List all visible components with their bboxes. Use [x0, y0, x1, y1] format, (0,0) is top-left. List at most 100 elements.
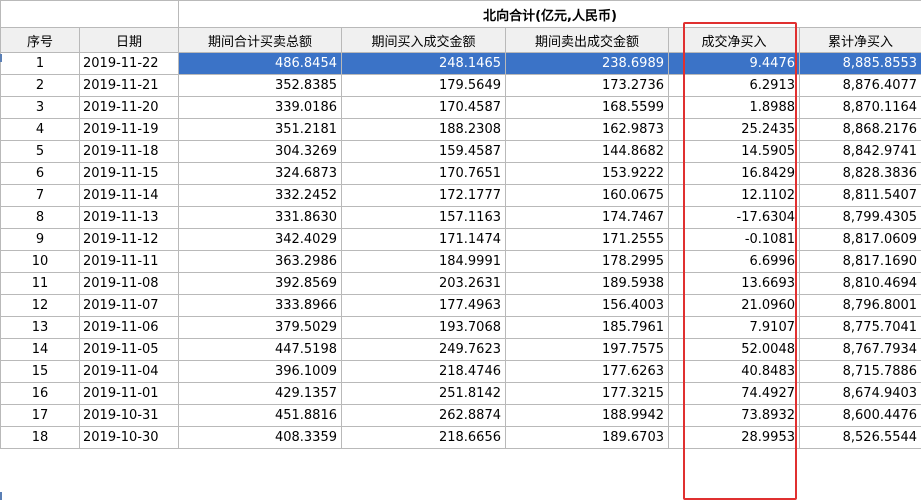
cell-index[interactable]: 17 [0, 404, 80, 427]
cell-net-buy[interactable]: 16.8429 [668, 162, 800, 185]
cell-total[interactable]: 342.4029 [178, 228, 342, 251]
cell-cumulative[interactable]: 8,799.4305 [798, 206, 921, 229]
cell-total[interactable]: 339.0186 [178, 96, 342, 119]
cell-total[interactable]: 396.1009 [178, 360, 342, 383]
table-row[interactable]: 10 2019-11-11 363.2986 184.9991 178.2995 6.69… [0, 250, 921, 273]
cell-buy[interactable]: 177.4963 [341, 294, 506, 317]
cell-buy[interactable]: 172.1777 [341, 184, 506, 207]
cell-total[interactable]: 352.8385 [178, 74, 342, 97]
cell-date[interactable]: 2019-11-21 [79, 74, 179, 97]
column-header-date[interactable]: 日期 [79, 27, 179, 53]
cell-sell[interactable]: 168.5599 [505, 96, 669, 119]
cell-index[interactable]: 4 [0, 118, 80, 141]
cell-index[interactable]: 10 [0, 250, 80, 273]
cell-index[interactable]: 2 [0, 74, 80, 97]
table-row[interactable]: 9 2019-11-12 342.4029 171.1474 171.2555 -0.10… [0, 228, 921, 251]
cell-net-buy[interactable]: 25.2435 [668, 118, 800, 141]
cell-index[interactable]: 14 [0, 338, 80, 361]
cell-net-buy[interactable]: 6.6996 [668, 250, 800, 273]
cell-cumulative[interactable]: 8,842.9741 [798, 140, 921, 163]
table-row[interactable]: 6 2019-11-15 324.6873 170.7651 153.9222 16.84… [0, 162, 921, 185]
column-header-index[interactable]: 序号 [0, 27, 80, 53]
cell-buy[interactable]: 193.7068 [341, 316, 506, 339]
cell-sell[interactable]: 185.7961 [505, 316, 669, 339]
cell-net-buy[interactable]: 74.4927 [668, 382, 800, 405]
cell-buy[interactable]: 159.4587 [341, 140, 506, 163]
cell-buy[interactable]: 184.9991 [341, 250, 506, 273]
cell-net-buy[interactable]: 73.8932 [668, 404, 800, 427]
cell-sell[interactable]: 144.8682 [505, 140, 669, 163]
cell-date[interactable]: 2019-10-31 [79, 404, 179, 427]
cell-net-buy[interactable]: -0.1081 [668, 228, 800, 251]
cell-net-buy[interactable]: 13.6693 [668, 272, 800, 295]
cell-index[interactable]: 15 [0, 360, 80, 383]
cell-total[interactable]: 379.5029 [178, 316, 342, 339]
cell-date[interactable]: 2019-11-01 [79, 382, 179, 405]
column-header-total[interactable]: 期间合计买卖总额 [178, 27, 342, 53]
cell-date[interactable]: 2019-11-08 [79, 272, 179, 295]
cell-cumulative[interactable]: 8,876.4077 [798, 74, 921, 97]
cell-total[interactable]: 408.3359 [178, 426, 342, 449]
cell-cumulative[interactable]: 8,828.3836 [798, 162, 921, 185]
cell-net-buy[interactable]: 40.8483 [668, 360, 800, 383]
cell-date[interactable]: 2019-11-13 [79, 206, 179, 229]
cell-cumulative[interactable]: 8,811.5407 [798, 184, 921, 207]
table-row[interactable]: 17 2019-10-31 451.8816 262.8874 188.9942 73.8… [0, 404, 921, 427]
cell-buy[interactable]: 170.7651 [341, 162, 506, 185]
cell-buy[interactable]: 249.7623 [341, 338, 506, 361]
cell-sell[interactable]: 171.2555 [505, 228, 669, 251]
cell-net-buy[interactable]: 7.9107 [668, 316, 800, 339]
cell-date[interactable]: 2019-11-05 [79, 338, 179, 361]
cell-index[interactable]: 3 [0, 96, 80, 119]
cell-date[interactable]: 2019-11-06 [79, 316, 179, 339]
cell-net-buy[interactable]: 52.0048 [668, 338, 800, 361]
cell-index[interactable]: 9 [0, 228, 80, 251]
cell-cumulative[interactable]: 8,870.1164 [798, 96, 921, 119]
cell-index[interactable]: 7 [0, 184, 80, 207]
cell-cumulative[interactable]: 8,775.7041 [798, 316, 921, 339]
cell-buy[interactable]: 179.5649 [341, 74, 506, 97]
cell-sell[interactable]: 189.6703 [505, 426, 669, 449]
cell-total[interactable]: 304.3269 [178, 140, 342, 163]
column-header-buy[interactable]: 期间买入成交金额 [341, 27, 506, 53]
cell-index[interactable]: 8 [0, 206, 80, 229]
cell-total[interactable]: 363.2986 [178, 250, 342, 273]
column-header-cumulative[interactable]: 累计净买入 [798, 27, 921, 53]
cell-cumulative[interactable]: 8,600.4476 [798, 404, 921, 427]
cell-sell[interactable]: 238.6989 [505, 52, 669, 75]
cell-total[interactable]: 324.6873 [178, 162, 342, 185]
cell-index[interactable]: 13 [0, 316, 80, 339]
cell-total[interactable]: 486.8454 [178, 52, 342, 75]
cell-net-buy[interactable]: 9.4476 [668, 52, 800, 75]
cell-date[interactable]: 2019-11-12 [79, 228, 179, 251]
table-row[interactable]: 12 2019-11-07 333.8966 177.4963 156.4003 21.0… [0, 294, 921, 317]
table-row[interactable]: 15 2019-11-04 396.1009 218.4746 177.6263 40.8… [0, 360, 921, 383]
table-row[interactable]: 1 2019-11-22 486.8454 248.1465 238.6989 9.447… [0, 52, 921, 75]
table-row[interactable]: 11 2019-11-08 392.8569 203.2631 189.5938 13.6… [0, 272, 921, 295]
cell-net-buy[interactable]: 21.0960 [668, 294, 800, 317]
cell-cumulative[interactable]: 8,810.4694 [798, 272, 921, 295]
cell-sell[interactable]: 197.7575 [505, 338, 669, 361]
cell-cumulative[interactable]: 8,817.1690 [798, 250, 921, 273]
cell-cumulative[interactable]: 8,674.9403 [798, 382, 921, 405]
table-row[interactable]: 16 2019-11-01 429.1357 251.8142 177.3215 74.4… [0, 382, 921, 405]
column-header-sell[interactable]: 期间卖出成交金额 [505, 27, 669, 53]
cell-buy[interactable]: 171.1474 [341, 228, 506, 251]
cell-sell[interactable]: 173.2736 [505, 74, 669, 97]
cell-sell[interactable]: 156.4003 [505, 294, 669, 317]
cell-date[interactable]: 2019-11-04 [79, 360, 179, 383]
cell-index[interactable]: 18 [0, 426, 80, 449]
cell-net-buy[interactable]: 1.8988 [668, 96, 800, 119]
cell-total[interactable]: 333.8966 [178, 294, 342, 317]
cell-sell[interactable]: 162.9873 [505, 118, 669, 141]
table-row[interactable]: 4 2019-11-19 351.2181 188.2308 162.9873 25.24… [0, 118, 921, 141]
table-row[interactable]: 7 2019-11-14 332.2452 172.1777 160.0675 12.11… [0, 184, 921, 207]
cell-sell[interactable]: 153.9222 [505, 162, 669, 185]
cell-date[interactable]: 2019-11-07 [79, 294, 179, 317]
cell-sell[interactable]: 188.9942 [505, 404, 669, 427]
table-row[interactable]: 8 2019-11-13 331.8630 157.1163 174.7467 -17.6… [0, 206, 921, 229]
table-row[interactable]: 2 2019-11-21 352.8385 179.5649 173.2736 6.291… [0, 74, 921, 97]
table-row[interactable]: 18 2019-10-30 408.3359 218.6656 189.6703 28.9… [0, 426, 921, 449]
cell-index[interactable]: 16 [0, 382, 80, 405]
cell-total[interactable]: 331.8630 [178, 206, 342, 229]
